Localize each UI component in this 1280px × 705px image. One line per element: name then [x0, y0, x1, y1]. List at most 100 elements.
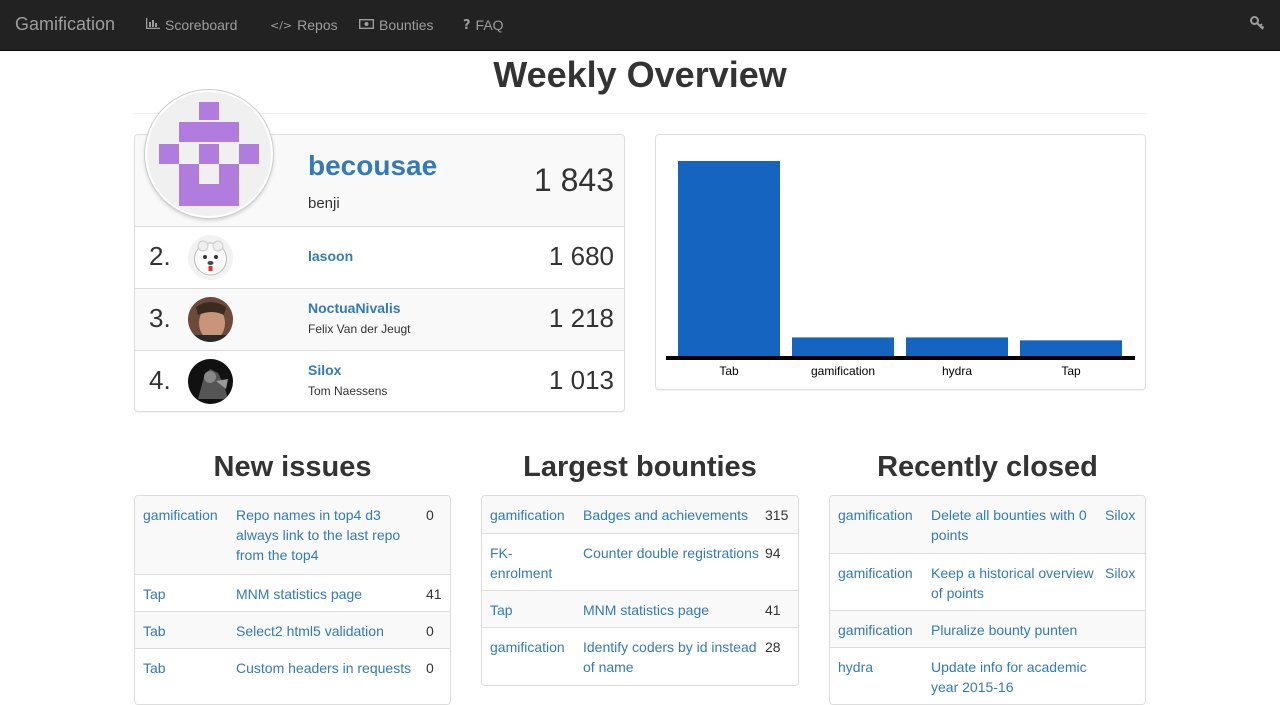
issue-link[interactable]: Keep a historical overview of points [931, 563, 1096, 603]
repo-link[interactable]: gamification [838, 620, 926, 640]
table-row: gamification Badges and achievements 315 [482, 496, 798, 533]
new-issues-table: gamification Repo names in top4 d3 always… [134, 495, 451, 705]
recently-closed-title: Recently closed [877, 451, 1098, 483]
issue-link[interactable]: Custom headers in requests [236, 658, 416, 678]
repo-link[interactable]: hydra [838, 657, 926, 677]
user-fullname: Felix Van der Jeugt [308, 322, 411, 336]
leaderboard-row-2: 2. lasoon 1 680 [135, 226, 624, 288]
brand-link[interactable]: Gamification [15, 14, 115, 35]
largest-bounties-table: gamification Badges and achievements 315 FK… [481, 495, 799, 686]
avatar[interactable] [188, 359, 233, 404]
nav-faq[interactable]: ? FAQ [463, 17, 504, 33]
repo-chart-panel: Tab gamification hydra Tap [655, 134, 1146, 390]
table-row: Tap MNM statistics page 41 [135, 574, 450, 611]
new-issues-title: New issues [213, 451, 372, 483]
nav-faq-label: FAQ [475, 17, 504, 33]
bounty-value: 0 [426, 660, 434, 676]
issue-link[interactable]: MNM statistics page [236, 584, 416, 604]
repo-link[interactable]: gamification [838, 563, 926, 583]
repo-link[interactable]: Tab [143, 658, 231, 678]
table-row: Tap MNM statistics page 41 [482, 590, 798, 627]
repo-link[interactable]: Tab [143, 621, 231, 641]
bar [1020, 340, 1122, 357]
user-name[interactable]: NoctuaNivalis [308, 300, 401, 316]
issue-link[interactable]: Repo names in top4 d3 always link to the… [236, 505, 416, 565]
nav-repos[interactable]: </> Repos [270, 17, 338, 33]
issue-link[interactable]: Select2 html5 validation [236, 621, 416, 641]
leaderboard-panel: becousae benji 1 843 2. lasoon 1 680 3. [134, 90, 625, 412]
repo-bar-chart: Tab gamification hydra Tap [666, 161, 1135, 378]
table-row: FK-enrolment Counter double registrations… [482, 533, 798, 590]
avatar[interactable] [188, 235, 233, 280]
table-row: gamification Keep a historical overview o… [830, 553, 1145, 610]
top-user-name[interactable]: becousae [308, 150, 437, 182]
bounty-value: 315 [765, 507, 789, 523]
user-name[interactable]: lasoon [308, 248, 353, 264]
user-link[interactable]: Silox [1105, 505, 1135, 525]
rank: 3. [149, 303, 171, 333]
x-tick-label: gamification [811, 364, 875, 378]
leaderboard-row-1: becousae benji 1 843 [135, 90, 624, 226]
bar [906, 337, 1008, 357]
bounty-value: 0 [426, 623, 434, 639]
user-fullname: Tom Naessens [308, 384, 388, 398]
money-icon [358, 18, 375, 32]
x-tick-label: hydra [942, 364, 972, 378]
table-row: gamification Pluralize bounty punten [830, 610, 1145, 647]
user-score: 1 218 [548, 303, 614, 333]
repo-link[interactable]: gamification [838, 505, 926, 525]
table-row: gamification Delete all bounties with 0 p… [830, 496, 1145, 553]
bounty-value: 0 [426, 507, 434, 523]
issue-link[interactable]: MNM statistics page [583, 600, 763, 620]
nav-repos-label: Repos [297, 17, 338, 33]
avatar[interactable] [188, 297, 233, 342]
user-score: 1 680 [548, 241, 614, 271]
question-icon: ? [463, 17, 471, 33]
bounty-value: 28 [765, 639, 781, 655]
repo-link[interactable]: Tap [490, 600, 570, 620]
issue-link[interactable]: Delete all bounties with 0 points [931, 505, 1096, 545]
nav-scoreboard-label: Scoreboard [165, 17, 238, 33]
leaderboard-row-3: 3. NoctuaNivalis Felix Van der Jeugt 1 2… [135, 288, 624, 350]
bounty-value: 41 [426, 586, 442, 602]
navbar: Gamification Scoreboard </> Repos Bounti… [0, 0, 1280, 51]
issue-link[interactable]: Badges and achievements [583, 505, 763, 525]
table-row: Tab Custom headers in requests 0 [135, 648, 450, 704]
repo-link[interactable]: FK-enrolment [490, 543, 570, 583]
bar-chart-icon [146, 18, 160, 32]
bounty-value: 94 [765, 545, 781, 561]
issue-link[interactable]: Identify coders by id instead of name [583, 637, 763, 677]
table-row: gamification Repo names in top4 d3 always… [135, 496, 450, 574]
table-row: gamification Identify coders by id instea… [482, 627, 798, 684]
bar [792, 337, 894, 357]
top-user-fullname: benji [308, 195, 340, 212]
title-divider [134, 113, 1146, 114]
issue-link[interactable]: Pluralize bounty punten [931, 620, 1096, 640]
largest-bounties-title: Largest bounties [523, 451, 757, 483]
recently-closed-table: gamification Delete all bounties with 0 p… [829, 495, 1146, 705]
top-user-score: 1 843 [533, 162, 614, 198]
leaderboard-row-4: 4. Silox Tom Naessens 1 013 [135, 350, 624, 412]
x-tick-label: Tab [719, 364, 739, 378]
user-name[interactable]: Silox [308, 362, 341, 378]
page-title: Weekly Overview [493, 54, 787, 95]
table-row: Tab Select2 html5 validation 0 [135, 611, 450, 648]
key-icon[interactable] [1250, 16, 1265, 32]
avatar[interactable] [145, 90, 273, 218]
repo-link[interactable]: gamification [143, 505, 231, 525]
nav-scoreboard[interactable]: Scoreboard [146, 17, 237, 33]
table-row: hydra Update info for academic year 2015-… [830, 647, 1145, 704]
repo-link[interactable]: gamification [490, 637, 570, 657]
user-score: 1 013 [548, 365, 614, 395]
code-icon: </> [270, 18, 293, 32]
issue-link[interactable]: Update info for academic year 2015-16 [931, 657, 1096, 697]
repo-link[interactable]: Tap [143, 584, 231, 604]
rank: 2. [149, 241, 171, 271]
nav-bounties-label: Bounties [379, 17, 434, 33]
issue-link[interactable]: Counter double registrations [583, 543, 763, 563]
bounty-value: 41 [765, 602, 781, 618]
rank: 4. [149, 365, 171, 395]
nav-bounties[interactable]: Bounties [358, 17, 434, 33]
repo-link[interactable]: gamification [490, 505, 570, 525]
user-link[interactable]: Silox [1105, 563, 1135, 583]
